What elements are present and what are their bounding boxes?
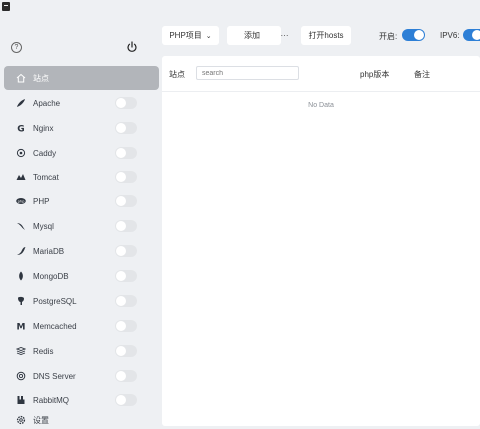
memcached-icon: M bbox=[16, 321, 26, 332]
sidebar-item-nginx[interactable]: G Nginx bbox=[4, 117, 144, 139]
caddy-service-toggle[interactable] bbox=[115, 147, 137, 159]
project-type-value: PHP项目 bbox=[169, 31, 202, 40]
svg-text:G: G bbox=[17, 125, 24, 134]
sidebar-item-caddy[interactable]: Caddy bbox=[4, 142, 144, 164]
sidebar-item-label: MongoDB bbox=[33, 271, 69, 281]
sidebar-item-memcached[interactable]: M Memcached bbox=[4, 315, 144, 337]
more-icon: ··· bbox=[280, 31, 289, 40]
sidebar-item-php[interactable]: php PHP bbox=[4, 190, 144, 212]
svg-text:M: M bbox=[17, 323, 26, 332]
ipv6-label: IPV6: bbox=[440, 31, 460, 40]
sidebar-item-label: PHP bbox=[33, 196, 50, 206]
sidebar-item-postgresql[interactable]: PostgreSQL bbox=[4, 290, 144, 312]
sidebar-item-label: Memcached bbox=[33, 321, 77, 331]
more-options-button[interactable]: ··· bbox=[274, 26, 295, 45]
mysql-icon bbox=[16, 221, 26, 231]
nginx-icon: G bbox=[16, 123, 26, 134]
sidebar-item-label: PostgreSQL bbox=[33, 296, 77, 306]
ipv6-toggle[interactable] bbox=[463, 29, 480, 41]
mongodb-leaf-icon bbox=[16, 271, 26, 281]
sidebar-item-label: DNS Server bbox=[33, 371, 76, 381]
chevron-down-icon: ⌄ bbox=[205, 32, 212, 40]
php-icon: php bbox=[16, 196, 26, 206]
mariadb-icon bbox=[16, 246, 26, 256]
sidebar-item-label: Nginx bbox=[33, 123, 54, 133]
add-button[interactable]: 添加 bbox=[227, 26, 281, 45]
sidebar-item-label: Mysql bbox=[33, 221, 54, 231]
php-version-column-header: php版本 bbox=[360, 70, 390, 79]
dns-icon bbox=[16, 371, 26, 381]
add-button-label: 添加 bbox=[244, 31, 260, 40]
sidebar-item-mysql[interactable]: Mysql bbox=[4, 215, 144, 237]
sidebar-item-redis[interactable]: Redis bbox=[4, 340, 144, 362]
sidebar-item-mongodb[interactable]: MongoDB bbox=[4, 265, 144, 287]
app-logo bbox=[2, 2, 10, 11]
site-table-panel: 站点 php版本 备注 No Data bbox=[162, 56, 480, 426]
sidebar-item-label: Apache bbox=[33, 98, 61, 108]
php-service-toggle[interactable] bbox=[115, 195, 137, 207]
site-column-label: 站点 bbox=[169, 70, 185, 79]
sidebar-item-rabbitmq[interactable]: RabbitMQ bbox=[4, 389, 144, 411]
note-column-header: 备注 bbox=[414, 70, 430, 79]
redis-service-toggle[interactable] bbox=[115, 345, 137, 357]
mysql-service-toggle[interactable] bbox=[115, 220, 137, 232]
nginx-service-toggle[interactable] bbox=[115, 122, 137, 134]
sidebar-item-mariadb[interactable]: MariaDB bbox=[4, 240, 144, 262]
dns-service-toggle[interactable] bbox=[115, 370, 137, 382]
tomcat-icon bbox=[16, 172, 26, 182]
tomcat-service-toggle[interactable] bbox=[115, 171, 137, 183]
sidebar-item-label: 设置 bbox=[33, 415, 49, 425]
caddy-icon bbox=[16, 148, 26, 158]
sidebar-item-site[interactable]: 站点 bbox=[4, 66, 159, 90]
power-icon[interactable] bbox=[126, 41, 138, 53]
home-icon bbox=[16, 73, 26, 83]
sidebar-item-label: 站点 bbox=[33, 73, 49, 83]
sidebar-item-label: Caddy bbox=[33, 148, 57, 158]
sidebar-top-icons: ? bbox=[0, 41, 155, 58]
open-hosts-label: 打开hosts bbox=[308, 31, 344, 40]
redis-icon bbox=[16, 346, 26, 356]
empty-state-text: No Data bbox=[308, 102, 334, 109]
sidebar-item-dns[interactable]: DNS Server bbox=[4, 365, 144, 387]
sidebar-item-label: MariaDB bbox=[33, 246, 65, 256]
apache-feather-icon bbox=[16, 98, 26, 108]
enable-toggle[interactable] bbox=[402, 29, 425, 41]
sidebar-item-settings[interactable]: 设置 bbox=[4, 409, 64, 429]
project-type-select[interactable]: PHP项目 ⌄ bbox=[162, 26, 219, 45]
enable-label: 开启: bbox=[379, 32, 398, 41]
mongodb-service-toggle[interactable] bbox=[115, 270, 137, 282]
gear-icon bbox=[16, 415, 26, 425]
title-bar bbox=[0, 0, 480, 14]
sidebar-item-apache[interactable]: Apache bbox=[4, 92, 144, 114]
sidebar-item-label: Tomcat bbox=[33, 172, 59, 182]
rabbitmq-service-toggle[interactable] bbox=[115, 394, 137, 406]
table-header: 站点 php版本 备注 bbox=[162, 56, 480, 92]
sidebar-item-label: Redis bbox=[33, 346, 54, 356]
open-hosts-button[interactable]: 打开hosts bbox=[301, 26, 351, 45]
apache-service-toggle[interactable] bbox=[115, 97, 137, 109]
rabbitmq-icon bbox=[16, 395, 26, 405]
sidebar-item-tomcat[interactable]: Tomcat bbox=[4, 166, 144, 188]
svg-text:php: php bbox=[18, 200, 26, 204]
toolbar: PHP项目 ⌄ 添加 ··· 打开hosts 开启: IPV6: bbox=[162, 26, 480, 46]
help-icon[interactable]: ? bbox=[11, 42, 22, 53]
sidebar-item-label: RabbitMQ bbox=[33, 395, 70, 405]
postgresql-service-toggle[interactable] bbox=[115, 295, 137, 307]
postgresql-icon bbox=[16, 296, 26, 306]
mariadb-service-toggle[interactable] bbox=[115, 245, 137, 257]
memcached-service-toggle[interactable] bbox=[115, 320, 137, 332]
search-input[interactable] bbox=[196, 66, 299, 80]
